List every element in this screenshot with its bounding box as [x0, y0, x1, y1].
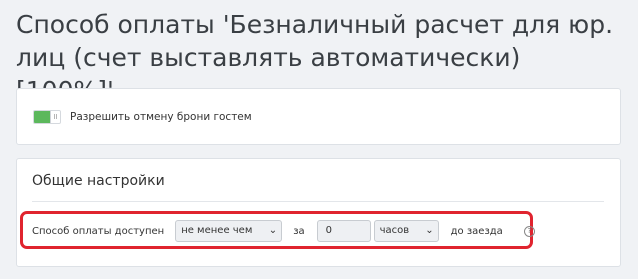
units-select[interactable]: часов ⌄ [373, 220, 439, 242]
toggle-knob: II [50, 111, 60, 123]
before-checkin-label: до заезда [450, 225, 503, 237]
payment-method-page: Способ оплаты 'Безналичный расчет для юр… [0, 0, 638, 279]
period-select-value: не менее чем [181, 225, 253, 236]
guest-cancel-label: Разрешить отмену брони гостем [70, 111, 252, 123]
guest-cancel-toggle[interactable]: II [33, 110, 61, 124]
chevron-down-icon: ⌄ [268, 225, 278, 236]
general-settings-card: Общие настройки Способ оплаты доступен н… [16, 158, 621, 267]
guest-cancel-row: II Разрешить отмену брони гостем [33, 110, 252, 124]
help-icon[interactable]: ? [523, 225, 535, 237]
divider [32, 201, 604, 202]
units-select-value: часов [379, 225, 410, 236]
availability-row: Способ оплаты доступен не менее чем ⌄ за… [32, 219, 535, 243]
period-select[interactable]: не менее чем ⌄ [175, 220, 283, 242]
guest-cancel-card: II Разрешить отмену брони гостем [16, 88, 621, 145]
amount-input[interactable]: 0 [316, 220, 371, 242]
over-label: за [293, 225, 305, 237]
availability-label: Способ оплаты доступен [32, 225, 165, 237]
chevron-down-icon: ⌄ [425, 225, 434, 236]
toggle-on-fill [34, 111, 51, 123]
general-settings-heading: Общие настройки [32, 173, 165, 189]
